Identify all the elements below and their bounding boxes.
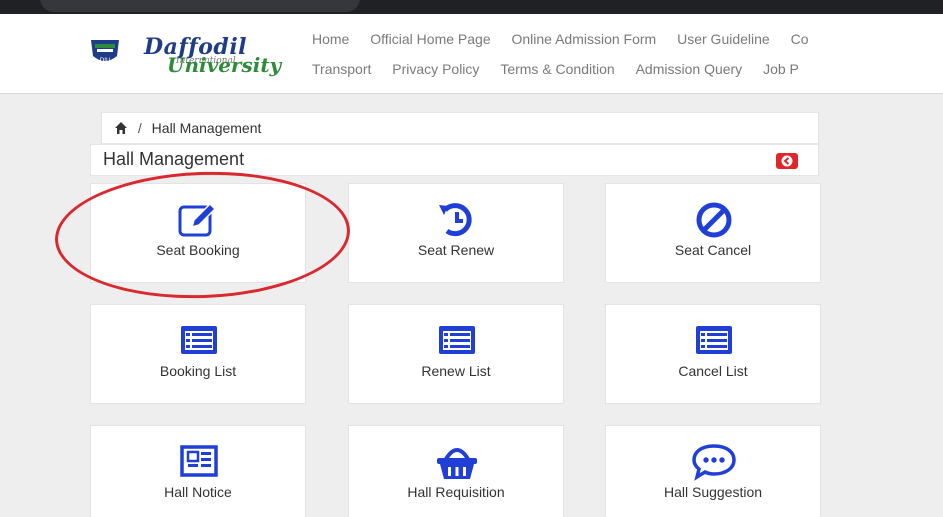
nav-link-transport[interactable]: Transport bbox=[312, 60, 371, 78]
arrow-left-icon bbox=[781, 155, 793, 167]
tile-label: Renew List bbox=[421, 363, 491, 379]
basket-icon bbox=[437, 448, 477, 479]
tile-label: Hall Suggestion bbox=[663, 484, 763, 500]
nav-link-privacy-policy[interactable]: Privacy Policy bbox=[392, 60, 479, 78]
tile-seat-renew[interactable]: Seat Renew bbox=[348, 183, 564, 283]
cancel-icon bbox=[696, 202, 732, 238]
page-title: Hall Management bbox=[103, 149, 245, 169]
tile-label: Seat Cancel bbox=[674, 242, 752, 258]
university-seal-icon: DIU bbox=[91, 40, 119, 64]
tile-label: Hall Notice bbox=[164, 484, 232, 500]
breadcrumb-current: Hall Management bbox=[151, 120, 262, 136]
tile-hall-suggestion[interactable]: Hall Suggestion bbox=[605, 425, 821, 517]
home-icon[interactable] bbox=[114, 121, 128, 135]
list-icon bbox=[181, 326, 217, 354]
back-button[interactable] bbox=[776, 153, 798, 169]
tile-seat-booking[interactable]: Seat Booking bbox=[90, 183, 306, 283]
breadcrumb-separator: / bbox=[137, 120, 142, 136]
university-logo[interactable]: DIU Daffodil International University bbox=[88, 26, 288, 77]
svg-text:DIU: DIU bbox=[100, 57, 111, 64]
list-icon bbox=[439, 326, 475, 354]
nav-link-home[interactable]: Home bbox=[312, 30, 349, 48]
tile-renew-list[interactable]: Renew List bbox=[348, 304, 564, 404]
tile-hall-requisition[interactable]: Hall Requisition bbox=[348, 425, 564, 517]
tile-cancel-list[interactable]: Cancel List bbox=[605, 304, 821, 404]
newspaper-icon bbox=[180, 445, 218, 477]
browser-tab[interactable] bbox=[40, 0, 360, 12]
renew-icon bbox=[439, 203, 472, 237]
edit-icon bbox=[178, 202, 217, 237]
logo-name-line2: University bbox=[167, 53, 282, 77]
nav-link-terms[interactable]: Terms & Condition bbox=[500, 60, 614, 78]
tile-hall-notice[interactable]: Hall Notice bbox=[90, 425, 306, 517]
nav-link-user-guideline[interactable]: User Guideline bbox=[677, 30, 770, 48]
chat-icon bbox=[692, 444, 736, 481]
list-icon bbox=[696, 326, 732, 354]
nav-link-job[interactable]: Job P bbox=[763, 60, 799, 78]
top-navigation: Home Official Home Page Online Admission… bbox=[312, 30, 826, 90]
tile-booking-list[interactable]: Booking List bbox=[90, 304, 306, 404]
nav-link-co[interactable]: Co bbox=[791, 30, 809, 48]
tile-label: Hall Requisition bbox=[407, 484, 505, 500]
page-title-bar: Hall Management bbox=[90, 144, 819, 176]
tile-label: Seat Renew bbox=[417, 242, 495, 258]
tile-label: Seat Booking bbox=[156, 242, 240, 258]
browser-top-bar bbox=[0, 0, 943, 14]
nav-row-1: Home Official Home Page Online Admission… bbox=[312, 30, 826, 60]
nav-link-online-admission[interactable]: Online Admission Form bbox=[512, 30, 657, 48]
breadcrumb: / Hall Management bbox=[101, 112, 819, 144]
tile-label: Booking List bbox=[159, 363, 237, 379]
tile-label: Cancel List bbox=[678, 363, 748, 379]
nav-link-official-home[interactable]: Official Home Page bbox=[370, 30, 490, 48]
nav-link-admission-query[interactable]: Admission Query bbox=[636, 60, 743, 78]
site-header: DIU Daffodil International University Ho… bbox=[0, 14, 943, 94]
nav-row-2: Transport Privacy Policy Terms & Conditi… bbox=[312, 60, 826, 90]
tile-seat-cancel[interactable]: Seat Cancel bbox=[605, 183, 821, 283]
